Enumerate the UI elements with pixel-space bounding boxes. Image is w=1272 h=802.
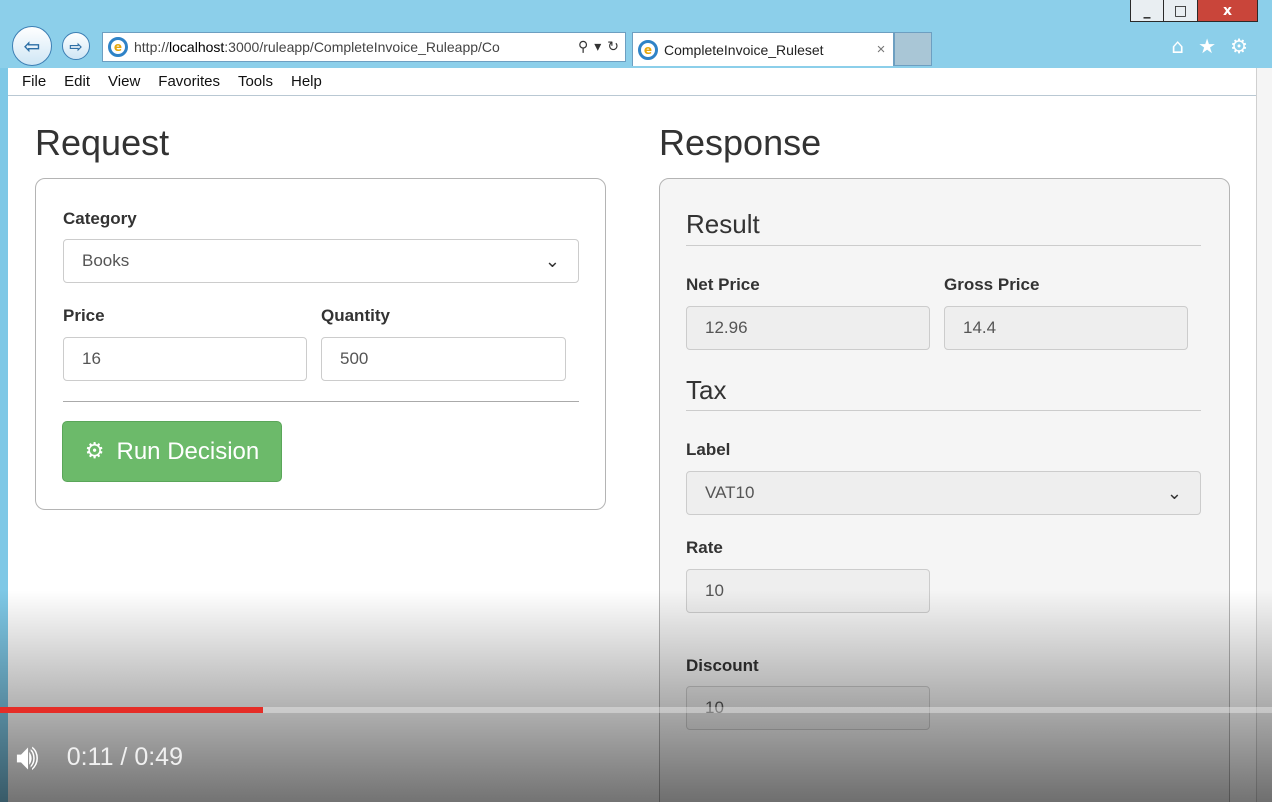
result-divider bbox=[686, 245, 1201, 246]
url-path: :3000/ruleapp/CompleteInvoice_Ruleapp/Co bbox=[224, 39, 500, 55]
price-value: 16 bbox=[82, 349, 101, 368]
tax-label-value: VAT10 bbox=[705, 483, 755, 502]
tax-heading: Tax bbox=[686, 375, 727, 405]
response-title: Response bbox=[659, 122, 822, 163]
video-time: 0:11 / 0:49 bbox=[66, 743, 183, 771]
menu-view[interactable]: View bbox=[108, 73, 140, 90]
arrow-left-icon: ⇦ bbox=[23, 34, 41, 58]
menu-file[interactable]: File bbox=[22, 73, 46, 90]
address-bar[interactable]: e http://localhost:3000/ruleapp/Complete… bbox=[102, 32, 626, 62]
category-label: Category bbox=[63, 209, 137, 228]
price-input[interactable]: 16 bbox=[63, 337, 307, 381]
browser-toolbar-right: ⌂ ★ ⚙ bbox=[1171, 34, 1248, 58]
quantity-input[interactable]: 500 bbox=[321, 337, 566, 381]
close-window-button[interactable]: x bbox=[1198, 0, 1258, 22]
new-tab-button[interactable] bbox=[894, 32, 932, 66]
tax-divider bbox=[686, 410, 1201, 411]
page-scrollbar[interactable] bbox=[1256, 68, 1272, 802]
gross-price-label: Gross Price bbox=[944, 275, 1040, 294]
menu-favorites[interactable]: Favorites bbox=[158, 73, 220, 90]
back-button[interactable]: ⇦ bbox=[12, 26, 52, 66]
url-text[interactable]: http://localhost:3000/ruleapp/CompleteIn… bbox=[134, 39, 572, 55]
net-price-value: 12.96 bbox=[705, 318, 748, 337]
chevron-down-icon: ⌄ bbox=[544, 251, 560, 272]
page-content: Request Category Books ⌄ Price 16 Quanti… bbox=[8, 96, 1256, 802]
arrow-right-icon: ⇨ bbox=[69, 36, 83, 56]
ie-logo-icon: e bbox=[108, 37, 128, 57]
forward-button[interactable]: ⇨ bbox=[62, 32, 90, 60]
window-controls: _ □ x bbox=[1130, 0, 1258, 22]
refresh-icon[interactable]: ↻ bbox=[607, 39, 619, 55]
category-select[interactable]: Books ⌄ bbox=[63, 239, 579, 283]
tab-close-icon[interactable]: × bbox=[869, 41, 893, 58]
discount-label: Discount bbox=[686, 656, 759, 675]
net-price-input[interactable]: 12.96 bbox=[686, 306, 930, 350]
maximize-button[interactable]: □ bbox=[1164, 0, 1198, 22]
home-icon[interactable]: ⌂ bbox=[1171, 34, 1184, 58]
tab-title: CompleteInvoice_Ruleset bbox=[664, 41, 824, 58]
settings-gear-icon[interactable]: ⚙ bbox=[1230, 34, 1248, 58]
chevron-down-icon: ⌄ bbox=[1166, 483, 1182, 504]
category-value: Books bbox=[82, 251, 130, 270]
result-heading: Result bbox=[686, 209, 760, 239]
gross-price-value: 14.4 bbox=[963, 318, 997, 337]
browser-chrome: _ □ x ⇦ ⇨ e http://localhost:3000/ruleap… bbox=[0, 0, 1272, 68]
menu-edit[interactable]: Edit bbox=[64, 73, 90, 90]
favorites-star-icon[interactable]: ★ bbox=[1198, 34, 1216, 58]
menu-tools[interactable]: Tools bbox=[238, 73, 273, 90]
net-price-label: Net Price bbox=[686, 275, 760, 294]
run-decision-label: Run Decision bbox=[116, 437, 260, 465]
quantity-value: 500 bbox=[340, 349, 369, 368]
menu-bar: File Edit View Favorites Tools Help bbox=[8, 68, 1256, 96]
volume-icon[interactable]: 🔊︎ bbox=[16, 737, 39, 779]
run-decision-button[interactable]: ⚙ Run Decision bbox=[62, 421, 282, 482]
rate-label: Rate bbox=[686, 538, 723, 557]
search-icon[interactable]: ⚲ bbox=[578, 39, 588, 55]
minimize-button[interactable]: _ bbox=[1130, 0, 1164, 22]
video-controls: 🔊︎ 0:11 / 0:49 bbox=[0, 713, 1272, 802]
rate-value: 10 bbox=[705, 581, 724, 600]
gear-icon: ⚙ bbox=[84, 439, 105, 464]
gross-price-input[interactable]: 14.4 bbox=[944, 306, 1188, 350]
tax-label-select[interactable]: VAT10 ⌄ bbox=[686, 471, 1201, 515]
request-divider bbox=[63, 401, 579, 402]
url-host: localhost bbox=[169, 39, 225, 55]
tab-ie-icon: e bbox=[638, 39, 658, 60]
menu-help[interactable]: Help bbox=[291, 73, 322, 90]
rate-input[interactable]: 10 bbox=[686, 569, 930, 613]
quantity-label: Quantity bbox=[321, 306, 390, 325]
tab-complete-invoice[interactable]: e CompleteInvoice_Ruleset × bbox=[632, 32, 894, 66]
price-label: Price bbox=[63, 306, 105, 325]
dropdown-icon[interactable]: ▾ bbox=[594, 39, 601, 55]
tax-label-label: Label bbox=[686, 440, 731, 459]
request-title: Request bbox=[35, 122, 170, 163]
address-tools: ⚲ ▾ ↻ bbox=[572, 39, 625, 55]
